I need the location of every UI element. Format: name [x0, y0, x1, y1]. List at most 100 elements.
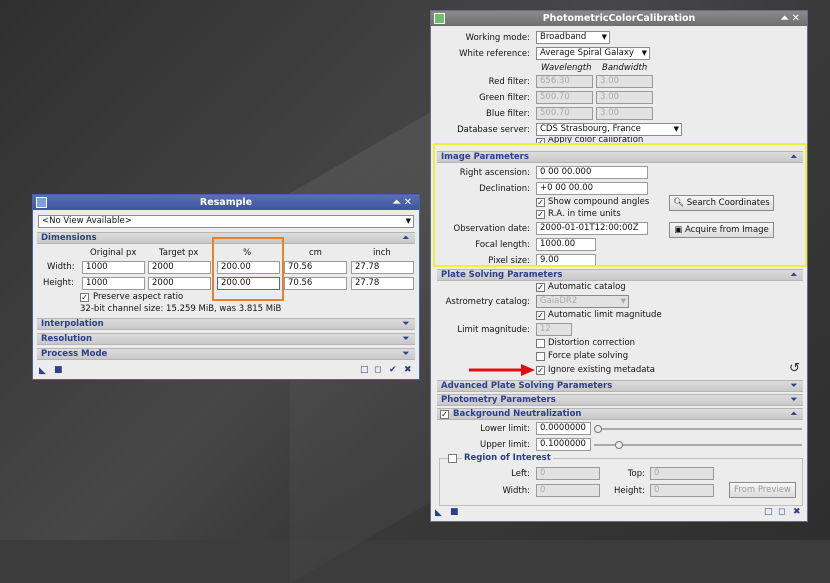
from-preview-button[interactable]: From Preview: [729, 482, 796, 498]
working-mode-label: Working mode:: [465, 33, 530, 43]
collapse-icon: ⏶: [790, 409, 797, 418]
section-interpolation[interactable]: Interpolation ⏷: [37, 318, 415, 330]
background-neutralization-checkbox[interactable]: ✓: [440, 410, 449, 419]
astrometry-catalog-select[interactable]: GaiaDR2 ▼: [536, 295, 629, 308]
white-reference-value: Average Spiral Galaxy: [540, 48, 634, 58]
edit-instance-icon[interactable]: ◻: [374, 365, 381, 375]
resample-title: Resample: [199, 197, 253, 208]
chevron-down-icon: ▼: [620, 297, 626, 305]
wavelength-header: Wavelength: [541, 63, 592, 73]
section-interpolation-label: Interpolation: [41, 319, 104, 329]
header-cm: cm: [309, 248, 322, 258]
section-advanced-plate-solving-label: Advanced Plate Solving Parameters: [441, 381, 613, 391]
red-arrow-annotation: [469, 364, 535, 376]
working-mode-value: Broadband: [540, 32, 587, 42]
distortion-correction-checkbox[interactable]: [536, 339, 545, 348]
chevron-down-icon: ▼: [641, 49, 647, 57]
reset-icon[interactable]: ✖: [404, 365, 412, 375]
close-icon[interactable]: ✕: [792, 13, 803, 24]
automatic-catalog-checkbox[interactable]: ✓: [536, 283, 545, 292]
width-cm-field[interactable]: 70.56: [284, 261, 347, 274]
force-plate-solving-label: Force plate solving: [548, 351, 629, 361]
refresh-icon[interactable]: ↺: [789, 361, 800, 376]
lower-limit-slider-handle[interactable]: [594, 425, 602, 433]
height-inch-field[interactable]: 27.78: [351, 277, 414, 290]
collapse-icon: ⏶: [790, 270, 797, 279]
working-mode-select[interactable]: Broadband ▼: [536, 31, 610, 44]
red-bandwidth-field[interactable]: 3.00: [596, 75, 653, 88]
lower-limit-label: Lower limit:: [480, 424, 530, 434]
green-wavelength-field[interactable]: 500.70: [536, 91, 593, 104]
view-select[interactable]: <No View Available> ▼: [38, 215, 414, 228]
roi-checkbox[interactable]: [448, 454, 457, 463]
shade-icon[interactable]: ⏶: [781, 13, 792, 24]
white-reference-select[interactable]: Average Spiral Galaxy ▼: [536, 47, 650, 60]
view-select-value: <No View Available>: [42, 216, 132, 226]
ignore-existing-metadata-checkbox[interactable]: ✓: [536, 366, 545, 375]
section-photometry-label: Photometry Parameters: [441, 395, 556, 405]
limit-magnitude-spinbox[interactable]: 12: [536, 323, 572, 336]
preserve-aspect-checkbox[interactable]: ✓: [80, 293, 89, 302]
roi-top-field[interactable]: 0: [650, 467, 714, 480]
expand-icon: ⏷: [790, 381, 797, 390]
shade-icon[interactable]: ⏶: [393, 197, 404, 208]
green-filter-label: Green filter:: [479, 93, 530, 103]
section-advanced-plate-solving[interactable]: Advanced Plate Solving Parameters ⏷: [437, 380, 803, 392]
width-target-field[interactable]: 2000: [148, 261, 211, 274]
expand-icon: ⏷: [402, 319, 409, 328]
width-inch-field[interactable]: 27.78: [351, 261, 414, 274]
lower-limit-slider[interactable]: [594, 428, 802, 430]
resample-titlebar[interactable]: Resample ⏶✕: [33, 195, 419, 210]
section-process-mode-label: Process Mode: [41, 349, 108, 359]
database-server-select[interactable]: CDS Strasbourg, France ▼: [536, 123, 682, 136]
edit-instance-icon[interactable]: ◻: [778, 507, 785, 517]
roi-height-field[interactable]: 0: [650, 484, 714, 497]
section-dimensions-label: Dimensions: [41, 233, 97, 243]
upper-limit-slider[interactable]: [594, 444, 802, 446]
section-resolution-label: Resolution: [41, 334, 93, 344]
pcc-title: PhotometricColorCalibration: [542, 13, 696, 24]
image-parameters-highlight-box: [433, 143, 807, 267]
collapse-icon: ⏶: [402, 233, 409, 242]
section-background-neutralization[interactable]: ✓ Background Neutralization ⏶: [437, 408, 803, 420]
pcc-window: PhotometricColorCalibration ⏶✕ Working m…: [430, 10, 808, 522]
title-buttons: ⏶✕: [393, 195, 415, 210]
roi-left-field[interactable]: 0: [536, 467, 600, 480]
automatic-limit-magnitude-checkbox[interactable]: ✓: [536, 311, 545, 320]
roi-width-field[interactable]: 0: [536, 484, 600, 497]
height-original-field[interactable]: 1000: [82, 277, 145, 290]
red-wavelength-field[interactable]: 656.30: [536, 75, 593, 88]
green-bandwidth-field[interactable]: 3.00: [596, 91, 653, 104]
new-instance-icon[interactable]: ◣: [435, 508, 442, 518]
percent-highlight-box: [212, 237, 284, 301]
section-resolution[interactable]: Resolution ⏷: [37, 333, 415, 345]
browse-doc-icon[interactable]: □: [764, 507, 773, 517]
roi-top-label: Top:: [627, 469, 645, 479]
section-background-neutralization-label: Background Neutralization: [453, 409, 582, 419]
apply-global-icon[interactable]: ■: [54, 365, 63, 375]
width-original-field[interactable]: 1000: [82, 261, 145, 274]
upper-limit-field[interactable]: 0.1000000: [536, 438, 591, 451]
browse-doc-icon[interactable]: □: [360, 365, 369, 375]
roi-width-label: Width:: [502, 486, 530, 496]
blue-wavelength-field[interactable]: 500.70: [536, 107, 593, 120]
section-plate-solving[interactable]: Plate Solving Parameters ⏶: [437, 269, 803, 281]
close-icon[interactable]: ✕: [404, 197, 415, 208]
channel-size-text: 32-bit channel size: 15.259 MiB, was 3.8…: [80, 304, 282, 314]
new-instance-icon[interactable]: ◣: [39, 366, 46, 376]
preserve-aspect-label: Preserve aspect ratio: [93, 292, 184, 302]
height-cm-field[interactable]: 70.56: [284, 277, 347, 290]
pcc-titlebar[interactable]: PhotometricColorCalibration ⏶✕: [431, 11, 807, 26]
section-photometry[interactable]: Photometry Parameters ⏷: [437, 394, 803, 406]
resample-window: Resample ⏶✕ <No View Available> ▼ Dimens…: [32, 194, 420, 380]
force-plate-solving-checkbox[interactable]: [536, 352, 545, 361]
upper-limit-slider-handle[interactable]: [615, 441, 623, 449]
height-target-field[interactable]: 2000: [148, 277, 211, 290]
roi-left-label: Left:: [511, 469, 530, 479]
reset-icon[interactable]: ✖: [793, 507, 801, 517]
section-process-mode[interactable]: Process Mode ⏷: [37, 348, 415, 360]
lower-limit-field[interactable]: 0.0000000: [536, 422, 591, 435]
apply-global-icon[interactable]: ■: [450, 507, 459, 517]
blue-bandwidth-field[interactable]: 3.00: [596, 107, 653, 120]
apply-icon[interactable]: ✔: [389, 365, 397, 375]
